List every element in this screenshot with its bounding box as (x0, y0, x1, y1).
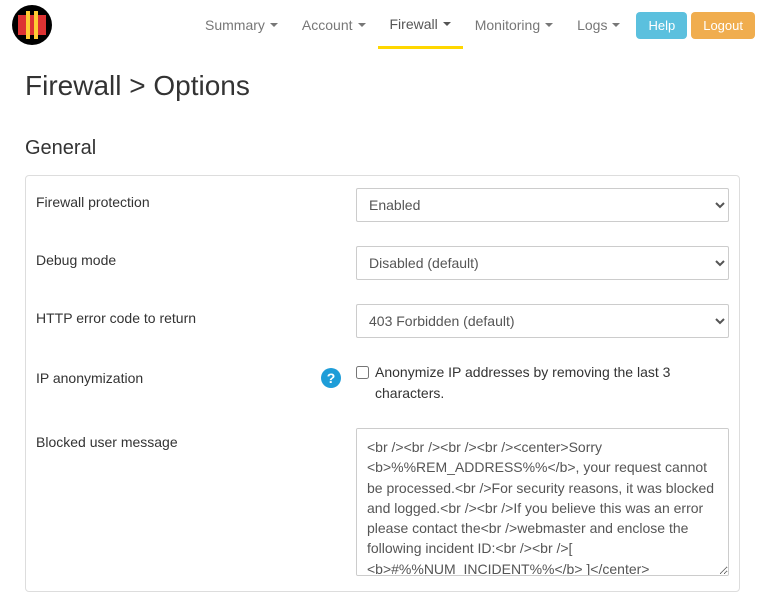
label-firewall-protection: Firewall protection (36, 188, 356, 210)
help-icon[interactable]: ? (321, 368, 341, 388)
nav-logs[interactable]: Logs (565, 3, 632, 47)
row-http-error: HTTP error code to return 403 Forbidden … (26, 292, 739, 350)
select-http-error[interactable]: 403 Forbidden (default) (356, 304, 729, 338)
checkbox-ip-anon-text: Anonymize IP addresses by removing the l… (375, 362, 729, 404)
textarea-blocked-msg[interactable] (356, 428, 729, 576)
select-firewall-protection[interactable]: Enabled (356, 188, 729, 222)
nav-summary[interactable]: Summary (193, 3, 290, 47)
nav-label: Logs (577, 17, 607, 33)
label-debug-mode: Debug mode (36, 246, 356, 268)
label-blocked-msg: Blocked user message (36, 428, 356, 450)
label-http-error: HTTP error code to return (36, 304, 356, 326)
checkbox-ip-anon-label[interactable]: Anonymize IP addresses by removing the l… (356, 362, 729, 404)
help-button[interactable]: Help (636, 12, 687, 39)
row-blocked-msg: Blocked user message (26, 416, 739, 591)
top-navbar: Summary Account Firewall Monitoring Logs… (0, 0, 765, 50)
checkbox-ip-anon[interactable] (356, 366, 369, 379)
nav-label: Monitoring (475, 17, 540, 33)
page-title: Firewall > Options (0, 50, 765, 112)
app-logo (10, 3, 55, 48)
nav-account[interactable]: Account (290, 3, 378, 47)
caret-icon (443, 22, 451, 26)
nav-firewall[interactable]: Firewall (378, 2, 463, 49)
caret-icon (270, 23, 278, 27)
nav-label: Firewall (390, 16, 438, 32)
nav-label: Summary (205, 17, 265, 33)
caret-icon (612, 23, 620, 27)
row-ip-anon: IP anonymization ? Anonymize IP addresse… (26, 350, 739, 416)
label-ip-anon: IP anonymization ? (36, 362, 356, 388)
caret-icon (545, 23, 553, 27)
general-panel: Firewall protection Enabled Debug mode D… (25, 175, 740, 592)
nav-tabs: Summary Account Firewall Monitoring Logs… (193, 2, 755, 49)
caret-icon (358, 23, 366, 27)
row-debug-mode: Debug mode Disabled (default) (26, 234, 739, 292)
section-general-title: General (0, 112, 765, 170)
logout-button[interactable]: Logout (691, 12, 755, 39)
nav-label: Account (302, 17, 353, 33)
select-debug-mode[interactable]: Disabled (default) (356, 246, 729, 280)
row-firewall-protection: Firewall protection Enabled (26, 176, 739, 234)
nav-monitoring[interactable]: Monitoring (463, 3, 565, 47)
